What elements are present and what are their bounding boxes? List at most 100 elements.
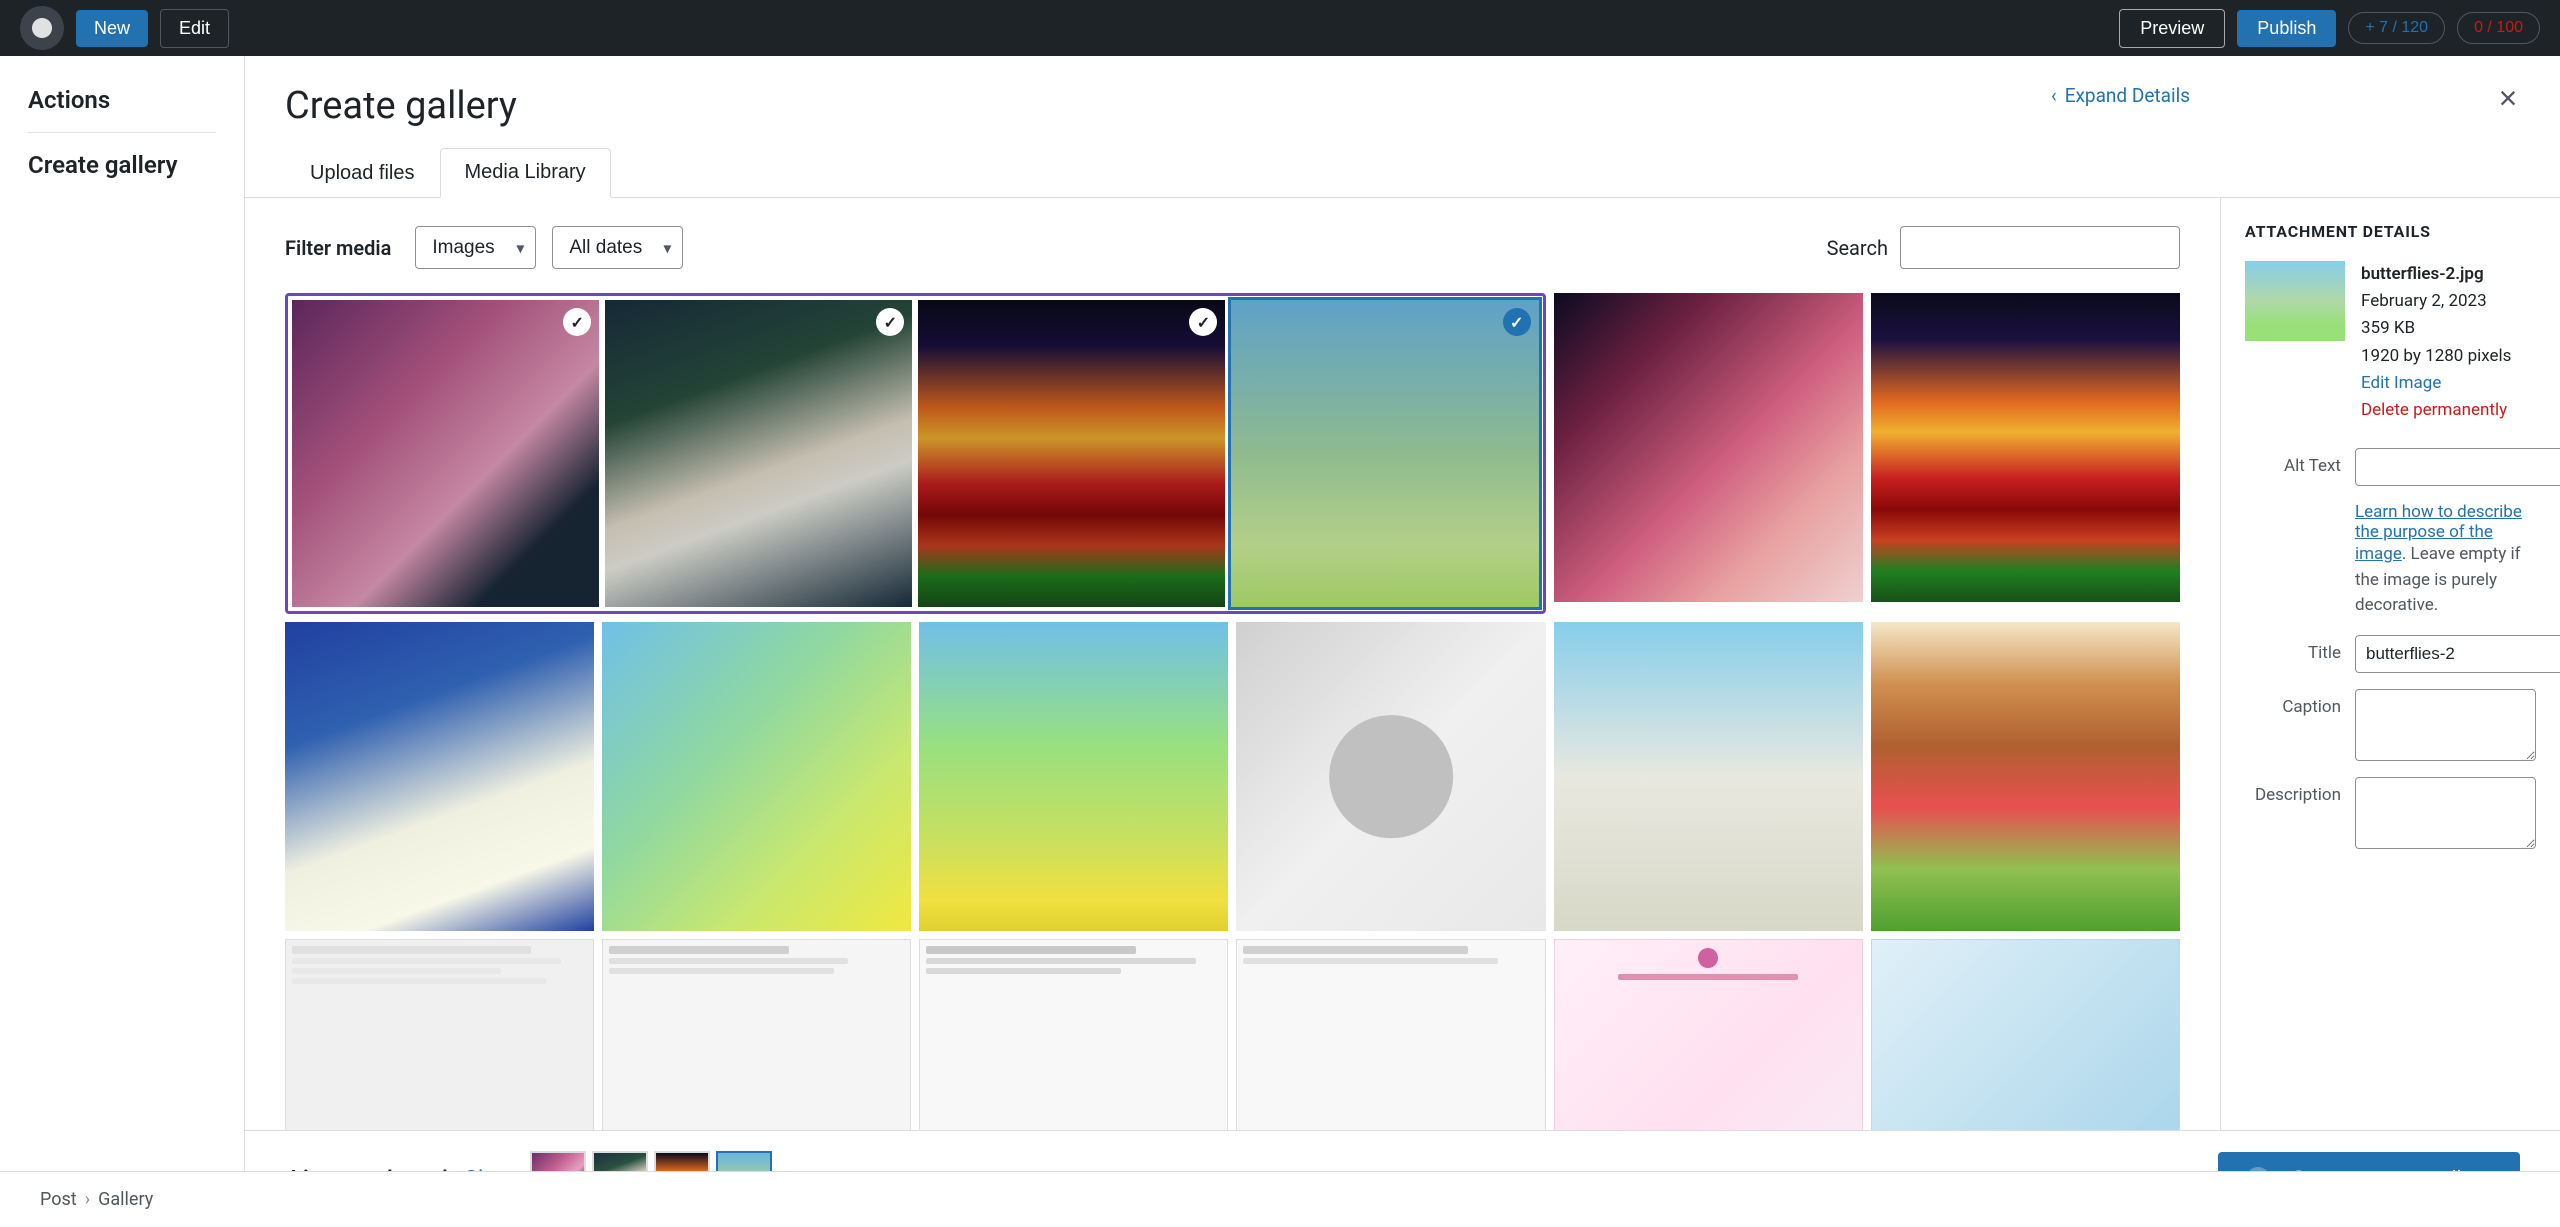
modal-body: Filter media Images All dates (245, 198, 2560, 1130)
breadcrumb-gallery: Gallery (98, 1189, 153, 1210)
main-background: Actions Create gallery × ‹ Expand Detail… (0, 56, 2560, 1227)
media-item[interactable] (1554, 293, 1863, 602)
modal-close-button[interactable]: × (2486, 76, 2530, 120)
publish-button[interactable]: Publish (2237, 10, 2336, 47)
check-mark: ✓ (563, 308, 591, 336)
preview-button[interactable]: Preview (2119, 9, 2225, 48)
counter-red-button[interactable]: 0 / 100 (2457, 12, 2540, 44)
alt-text-input[interactable] (2355, 448, 2560, 486)
breadcrumb-separator: › (85, 1189, 90, 1210)
filter-dates-select[interactable]: All dates (552, 226, 683, 269)
attachment-details-title: ATTACHMENT DETAILS (2245, 222, 2536, 241)
media-item[interactable] (1554, 939, 1863, 1130)
media-content: Filter media Images All dates (245, 198, 2220, 1130)
chevron-left-icon: ‹ (2051, 84, 2057, 107)
media-item[interactable] (1236, 622, 1545, 931)
sidebar-actions-item[interactable]: Actions (28, 86, 216, 114)
caption-field: Caption (2245, 689, 2536, 761)
caption-label: Caption (2245, 689, 2355, 717)
media-item-image (919, 939, 1228, 1130)
edit-image-link[interactable]: Edit Image (2361, 373, 2441, 393)
modal-tabs: Upload files Media Library (285, 148, 2520, 197)
new-post-button[interactable]: New (76, 10, 148, 47)
title-field: Title butterflies-2 (2245, 635, 2536, 673)
filter-bar: Filter media Images All dates (285, 226, 2180, 269)
media-item-active[interactable]: ✓ (1231, 300, 1538, 607)
media-item-image (285, 939, 594, 1130)
tab-media-library[interactable]: Media Library (440, 148, 611, 198)
attachment-meta: butterflies-2.jpg February 2, 2023 359 K… (2361, 261, 2511, 424)
media-item[interactable] (1236, 939, 1545, 1130)
media-item[interactable] (285, 939, 594, 1130)
selected-group: ✓ ✓ ✓ (285, 293, 1546, 614)
check-overlay (292, 300, 599, 607)
filter-media-label: Filter media (285, 236, 391, 260)
media-item-image (1554, 939, 1863, 1130)
modal-dialog: × ‹ Expand Details Create gallery Upload… (245, 56, 2560, 1227)
alt-text-field: Alt Text (2245, 448, 2536, 486)
media-item-image (602, 939, 911, 1130)
description-label: Description (2245, 777, 2355, 805)
attachment-thumbnail (2245, 261, 2345, 341)
attachment-details-panel: ATTACHMENT DETAILS butterflies-2.jpg Feb… (2220, 198, 2560, 1130)
alt-text-label: Alt Text (2245, 448, 2355, 476)
attachment-preview: butterflies-2.jpg February 2, 2023 359 K… (2245, 261, 2536, 424)
check-mark-active: ✓ (1503, 308, 1531, 336)
media-item[interactable] (602, 622, 911, 931)
top-right-actions: Preview Publish + 7 / 120 0 / 100 (2119, 9, 2540, 48)
media-item[interactable]: ✓ (918, 300, 1225, 607)
media-item-image (1871, 622, 2180, 931)
filter-dates-wrapper: All dates (552, 226, 683, 269)
media-item[interactable] (919, 939, 1228, 1130)
media-item-image (602, 622, 911, 931)
media-item[interactable] (919, 622, 1228, 931)
attachment-filesize: 359 KB (2361, 315, 2511, 342)
media-grid: ✓ ✓ ✓ (285, 293, 2180, 1130)
modal-header: Create gallery Upload files Media Librar… (245, 56, 2560, 198)
check-overlay (1231, 300, 1538, 607)
admin-bar: New Edit Preview Publish + 7 / 120 0 / 1… (0, 0, 2560, 56)
title-label: Title (2245, 635, 2355, 663)
tab-upload-files[interactable]: Upload files (285, 148, 440, 197)
counter-blue-button[interactable]: + 7 / 120 (2348, 12, 2445, 44)
media-item-image (285, 622, 594, 931)
media-item-image (1554, 622, 1863, 931)
expand-details-label: Expand Details (2065, 84, 2190, 107)
check-overlay (918, 300, 1225, 607)
check-overlay (605, 300, 912, 607)
filter-type-select[interactable]: Images (415, 226, 536, 269)
search-input[interactable] (1900, 226, 2180, 269)
wp-logo[interactable] (20, 6, 64, 50)
media-item[interactable] (602, 939, 911, 1130)
attachment-filename: butterflies-2.jpg (2361, 261, 2511, 288)
media-item[interactable] (1871, 939, 2180, 1130)
media-item[interactable]: ✓ (605, 300, 912, 607)
search-area: Search (1827, 226, 2180, 269)
description-textarea[interactable] (2355, 777, 2536, 849)
search-label: Search (1827, 236, 1888, 260)
media-item-image (1554, 293, 1863, 602)
modal-overlay: Actions Create gallery × ‹ Expand Detail… (0, 56, 2560, 1227)
media-item[interactable] (1871, 622, 2180, 931)
breadcrumb-post[interactable]: Post (40, 1189, 77, 1210)
media-item-image (1871, 939, 2180, 1130)
media-item-image (919, 622, 1228, 931)
media-item-image (1871, 293, 2180, 602)
attachment-dimensions: 1920 by 1280 pixels (2361, 343, 2511, 370)
title-input[interactable]: butterflies-2 (2355, 635, 2560, 673)
media-item[interactable] (1871, 293, 2180, 602)
modal-sidebar: Actions Create gallery (0, 56, 245, 1227)
sidebar-create-gallery-item[interactable]: Create gallery (28, 132, 216, 179)
attachment-date: February 2, 2023 (2361, 288, 2511, 315)
media-item[interactable] (1554, 622, 1863, 931)
delete-permanently-link[interactable]: Delete permanently (2361, 400, 2507, 420)
media-item-image (1236, 939, 1545, 1130)
caption-textarea[interactable] (2355, 689, 2536, 761)
learn-how-section: Learn how to describe the purpose of the… (2355, 502, 2536, 619)
media-item[interactable]: ✓ (292, 300, 599, 607)
description-field: Description (2245, 777, 2536, 849)
edit-button[interactable]: Edit (160, 9, 229, 48)
expand-details-link[interactable]: ‹ Expand Details (2051, 84, 2190, 107)
media-item[interactable] (285, 622, 594, 931)
filter-type-wrapper: Images (415, 226, 536, 269)
